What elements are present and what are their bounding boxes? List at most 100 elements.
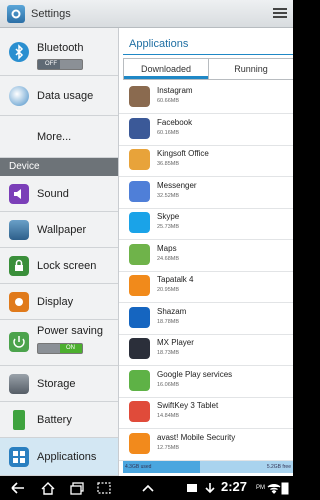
page-title: Settings <box>31 7 71 20</box>
section-header-device: Device <box>0 158 118 176</box>
data-usage-icon <box>9 86 29 106</box>
app-size: 60.16MB <box>157 129 180 136</box>
sidebar-item-wallpaper[interactable]: Wallpaper <box>0 212 118 248</box>
battery-status-icon <box>281 482 289 495</box>
google-play-services-icon <box>129 369 150 391</box>
app-size: 16.06MB <box>157 381 180 388</box>
tab-bar: Downloaded Running <box>123 58 293 80</box>
app-name: Maps <box>157 243 177 253</box>
app-name: Facebook <box>157 117 193 127</box>
storage-free-label: 5.2GB free <box>266 464 291 470</box>
facebook-icon <box>129 117 150 139</box>
app-name: Shazam <box>157 306 187 316</box>
instagram-icon <box>129 86 150 107</box>
shazam-icon <box>129 306 150 328</box>
sidebar-item-label: Display <box>37 296 74 308</box>
sidebar-item-label: Battery <box>37 414 72 426</box>
app-row[interactable]: avast! Mobile Security 12.75MB <box>119 429 293 461</box>
storage-icon <box>9 374 29 394</box>
applications-panel: Applications Downloaded Running Instagra… <box>118 28 293 476</box>
app-size: 14.84MB <box>157 413 180 419</box>
tab-running[interactable]: Running <box>208 59 293 79</box>
system-bar: 2:27 PM <box>0 476 293 500</box>
app-size: 12.75MB <box>157 444 180 451</box>
messenger-icon <box>129 180 150 202</box>
recent-apps-icon[interactable] <box>70 481 86 495</box>
panel-title: Applications <box>129 38 189 50</box>
clock: 2:27 <box>221 479 248 494</box>
app-row[interactable]: Kingsoft Office 36.85MB <box>119 145 293 177</box>
action-bar: Settings <box>0 0 293 28</box>
notification-icon <box>187 484 197 492</box>
app-row[interactable]: Google Play services 16.06MB <box>119 366 293 398</box>
mx-player-icon <box>129 338 150 359</box>
storage-bar: 4.3GB used 5.2GB free <box>123 461 293 473</box>
avast-icon <box>129 432 150 454</box>
app-name: Tapatalk 4 <box>157 275 194 284</box>
sidebar-item-label: Power saving <box>37 325 104 337</box>
app-row[interactable]: Maps 24.68MB <box>119 240 293 272</box>
sidebar-item-label: Data usage <box>37 90 94 102</box>
app-row[interactable]: Shazam 18.78MB <box>119 303 293 335</box>
settings-list: Bluetooth OFF Data usage More... Device … <box>0 28 118 476</box>
app-row[interactable]: Facebook 60.16MB <box>119 114 293 146</box>
sidebar-item-bluetooth[interactable]: Bluetooth OFF <box>0 28 118 76</box>
app-name: SwiftKey 3 Tablet <box>157 401 219 410</box>
app-row[interactable]: MX Player 18.73MB <box>119 334 293 366</box>
app-name: avast! Mobile Security <box>157 432 236 442</box>
skype-icon <box>129 212 150 233</box>
sidebar-item-sound[interactable]: Sound <box>0 176 118 212</box>
app-row[interactable]: Messenger 32.52MB <box>119 177 293 209</box>
tab-downloaded[interactable]: Downloaded <box>124 59 208 79</box>
power-saving-toggle[interactable]: ON <box>37 343 83 354</box>
display-icon <box>9 292 29 312</box>
tapatalk-icon <box>129 275 150 296</box>
sidebar-item-lock-screen[interactable]: Lock screen <box>0 248 118 284</box>
overflow-menu-icon[interactable] <box>273 6 287 22</box>
power-saving-icon <box>9 332 29 352</box>
app-size: 25.73MB <box>157 224 180 230</box>
maps-icon <box>129 243 150 265</box>
storage-used-label: 4.3GB used <box>125 464 152 470</box>
battery-icon <box>13 410 25 430</box>
app-row[interactable]: SwiftKey 3 Tablet 14.84MB <box>119 397 293 429</box>
settings-icon <box>7 4 25 23</box>
download-icon <box>205 483 215 494</box>
app-name: MX Player <box>157 338 194 347</box>
sidebar-item-label: Wallpaper <box>37 224 87 236</box>
sidebar-item-display[interactable]: Display <box>0 284 118 320</box>
app-size: 32.52MB <box>157 192 180 199</box>
bluetooth-icon <box>9 42 29 62</box>
app-row[interactable]: Instagram 60.66MB <box>119 82 293 114</box>
sidebar-item-data-usage[interactable]: Data usage <box>0 76 118 116</box>
sidebar-item-label: More... <box>37 131 72 143</box>
app-name: Kingsoft Office <box>157 149 209 158</box>
app-size: 18.78MB <box>157 318 180 325</box>
app-size: 20.95MB <box>157 287 180 293</box>
app-size: 60.66MB <box>157 98 180 104</box>
sidebar-item-label: Lock screen <box>37 260 97 272</box>
sidebar-item-more[interactable]: More... <box>0 116 118 158</box>
kingsoft-office-icon <box>129 149 150 170</box>
chevron-up-icon[interactable] <box>140 481 156 495</box>
app-row[interactable]: Skype 25.73MB <box>119 208 293 240</box>
sidebar-item-label: Applications <box>37 451 97 463</box>
home-icon[interactable] <box>40 481 56 495</box>
sidebar-item-storage[interactable]: Storage <box>0 366 118 402</box>
app-name: Instagram <box>157 86 193 95</box>
screenshot-icon[interactable] <box>96 481 112 495</box>
sidebar-item-power-saving[interactable]: Power saving ON <box>0 320 118 366</box>
back-icon[interactable] <box>10 481 26 495</box>
applications-icon <box>9 447 29 467</box>
clock-ampm: PM <box>256 485 265 491</box>
app-name: Messenger <box>157 180 197 190</box>
lock-screen-icon <box>9 256 29 276</box>
sidebar-item-applications[interactable]: Applications <box>0 438 118 476</box>
sidebar-item-label: Storage <box>37 378 76 390</box>
title-divider <box>123 54 293 55</box>
sidebar-item-label: Bluetooth <box>37 42 84 54</box>
app-row[interactable]: Tapatalk 4 20.95MB <box>119 271 293 303</box>
bluetooth-toggle[interactable]: OFF <box>37 59 83 70</box>
app-size: 36.85MB <box>157 161 180 167</box>
sidebar-item-battery[interactable]: Battery <box>0 402 118 438</box>
